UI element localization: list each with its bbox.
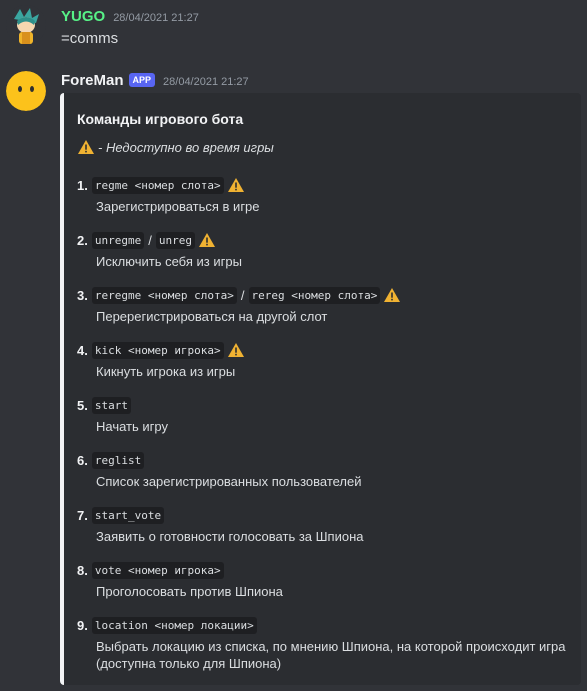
command-line: 8. vote <номер игрока> <box>77 560 283 580</box>
command-item: 7. start_vote Заявить о готовности голосов… <box>77 505 364 545</box>
command-code: kick <номер игрока> <box>91 341 224 359</box>
warning-icon <box>227 342 245 358</box>
command-code: location <номер локации> <box>91 616 257 634</box>
embed-title: Команды игрового бота <box>77 111 244 127</box>
command-item: 5. start Начать игру <box>77 395 168 435</box>
command-number: 1. <box>77 177 88 193</box>
command-description: Список зарегистрированных пользователей <box>96 474 362 489</box>
command-description: Заявить о готовности голосовать за Шпион… <box>96 529 364 544</box>
embed-note-text: - Недоступно во время игры <box>98 139 274 155</box>
message-text: =comms <box>61 30 119 47</box>
command-line: 4. kick <номер игрока> <box>77 340 245 360</box>
command-number: 6. <box>77 452 88 468</box>
command-description: Выбрать локацию из списка, по мнению Шпи… <box>96 639 566 671</box>
command-embed: Команды игрового бота - Недоступно во вр… <box>60 93 581 685</box>
command-description: Исключить себя из игры <box>96 254 242 269</box>
message-timestamp: 28/04/2021 21:27 <box>163 76 249 88</box>
embed-note: - Недоступно во время игры <box>77 139 274 155</box>
command-line: 7. start_vote <box>77 505 364 525</box>
command-item: 1. regme <номер слота> Зарегистрироваться … <box>77 175 260 215</box>
app-badge: APP <box>128 73 156 87</box>
command-number: 4. <box>77 342 88 358</box>
command-number: 3. <box>77 287 88 303</box>
command-code: vote <номер игрока> <box>91 561 224 579</box>
command-item: 8. vote <номер игрока> Проголосовать проти… <box>77 560 283 600</box>
command-code: reglist <box>91 451 145 469</box>
command-code: reregme <номер слота> <box>91 286 237 304</box>
command-number: 7. <box>77 507 88 523</box>
command-item: 2. unregme / unreg Исключить себя из игры <box>77 230 242 270</box>
command-description: Перерегистрироваться на другой слот <box>96 309 328 324</box>
command-code: unregme <box>91 231 145 249</box>
command-number: 2. <box>77 232 88 248</box>
warning-icon <box>198 232 216 248</box>
command-description: Проголосовать против Шпиона <box>96 584 283 599</box>
command-separator: / <box>148 232 152 248</box>
command-number: 5. <box>77 397 88 413</box>
author-name[interactable]: ForeMan <box>61 72 124 89</box>
warning-icon <box>383 287 401 303</box>
command-item: 4. kick <номер игрока> Кикнуть игрока из и… <box>77 340 245 380</box>
author-name[interactable]: YUGO <box>61 8 105 25</box>
command-description: Кикнуть игрока из игры <box>96 364 236 379</box>
command-separator: / <box>240 287 245 303</box>
avatar-foreman[interactable] <box>6 71 46 111</box>
command-number: 8. <box>77 562 88 578</box>
warning-icon <box>227 177 245 193</box>
command-code: regme <номер слота> <box>91 176 224 194</box>
command-line: 3. reregme <номер слота> / rereg <номер сло… <box>77 285 401 305</box>
message-timestamp: 28/04/2021 21:27 <box>113 12 199 24</box>
command-line: 2. unregme / unreg <box>77 230 242 250</box>
command-line: 6. reglist <box>77 450 362 470</box>
warning-icon <box>77 139 95 155</box>
command-description: Зарегистрироваться в игре <box>96 199 260 214</box>
avatar-yugo[interactable] <box>6 5 46 45</box>
command-line: 9. location <номер локации> <box>77 615 576 635</box>
command-line: 1. regme <номер слота> <box>77 175 260 195</box>
command-description: Начать игру <box>96 419 168 434</box>
command-item: 3. reregme <номер слота> / rereg <номер сло… <box>77 285 401 325</box>
command-code-alias: rereg <номер слота> <box>248 286 381 304</box>
command-line: 5. start <box>77 395 168 415</box>
command-code-alias: unreg <box>155 231 195 249</box>
command-code: start_vote <box>91 506 165 524</box>
command-number: 9. <box>77 617 88 633</box>
command-code: start <box>91 396 131 414</box>
command-item: 9. location <номер локации> Выбрать локаци… <box>77 615 576 672</box>
command-item: 6. reglist Список зарегистрированных польз… <box>77 450 362 490</box>
